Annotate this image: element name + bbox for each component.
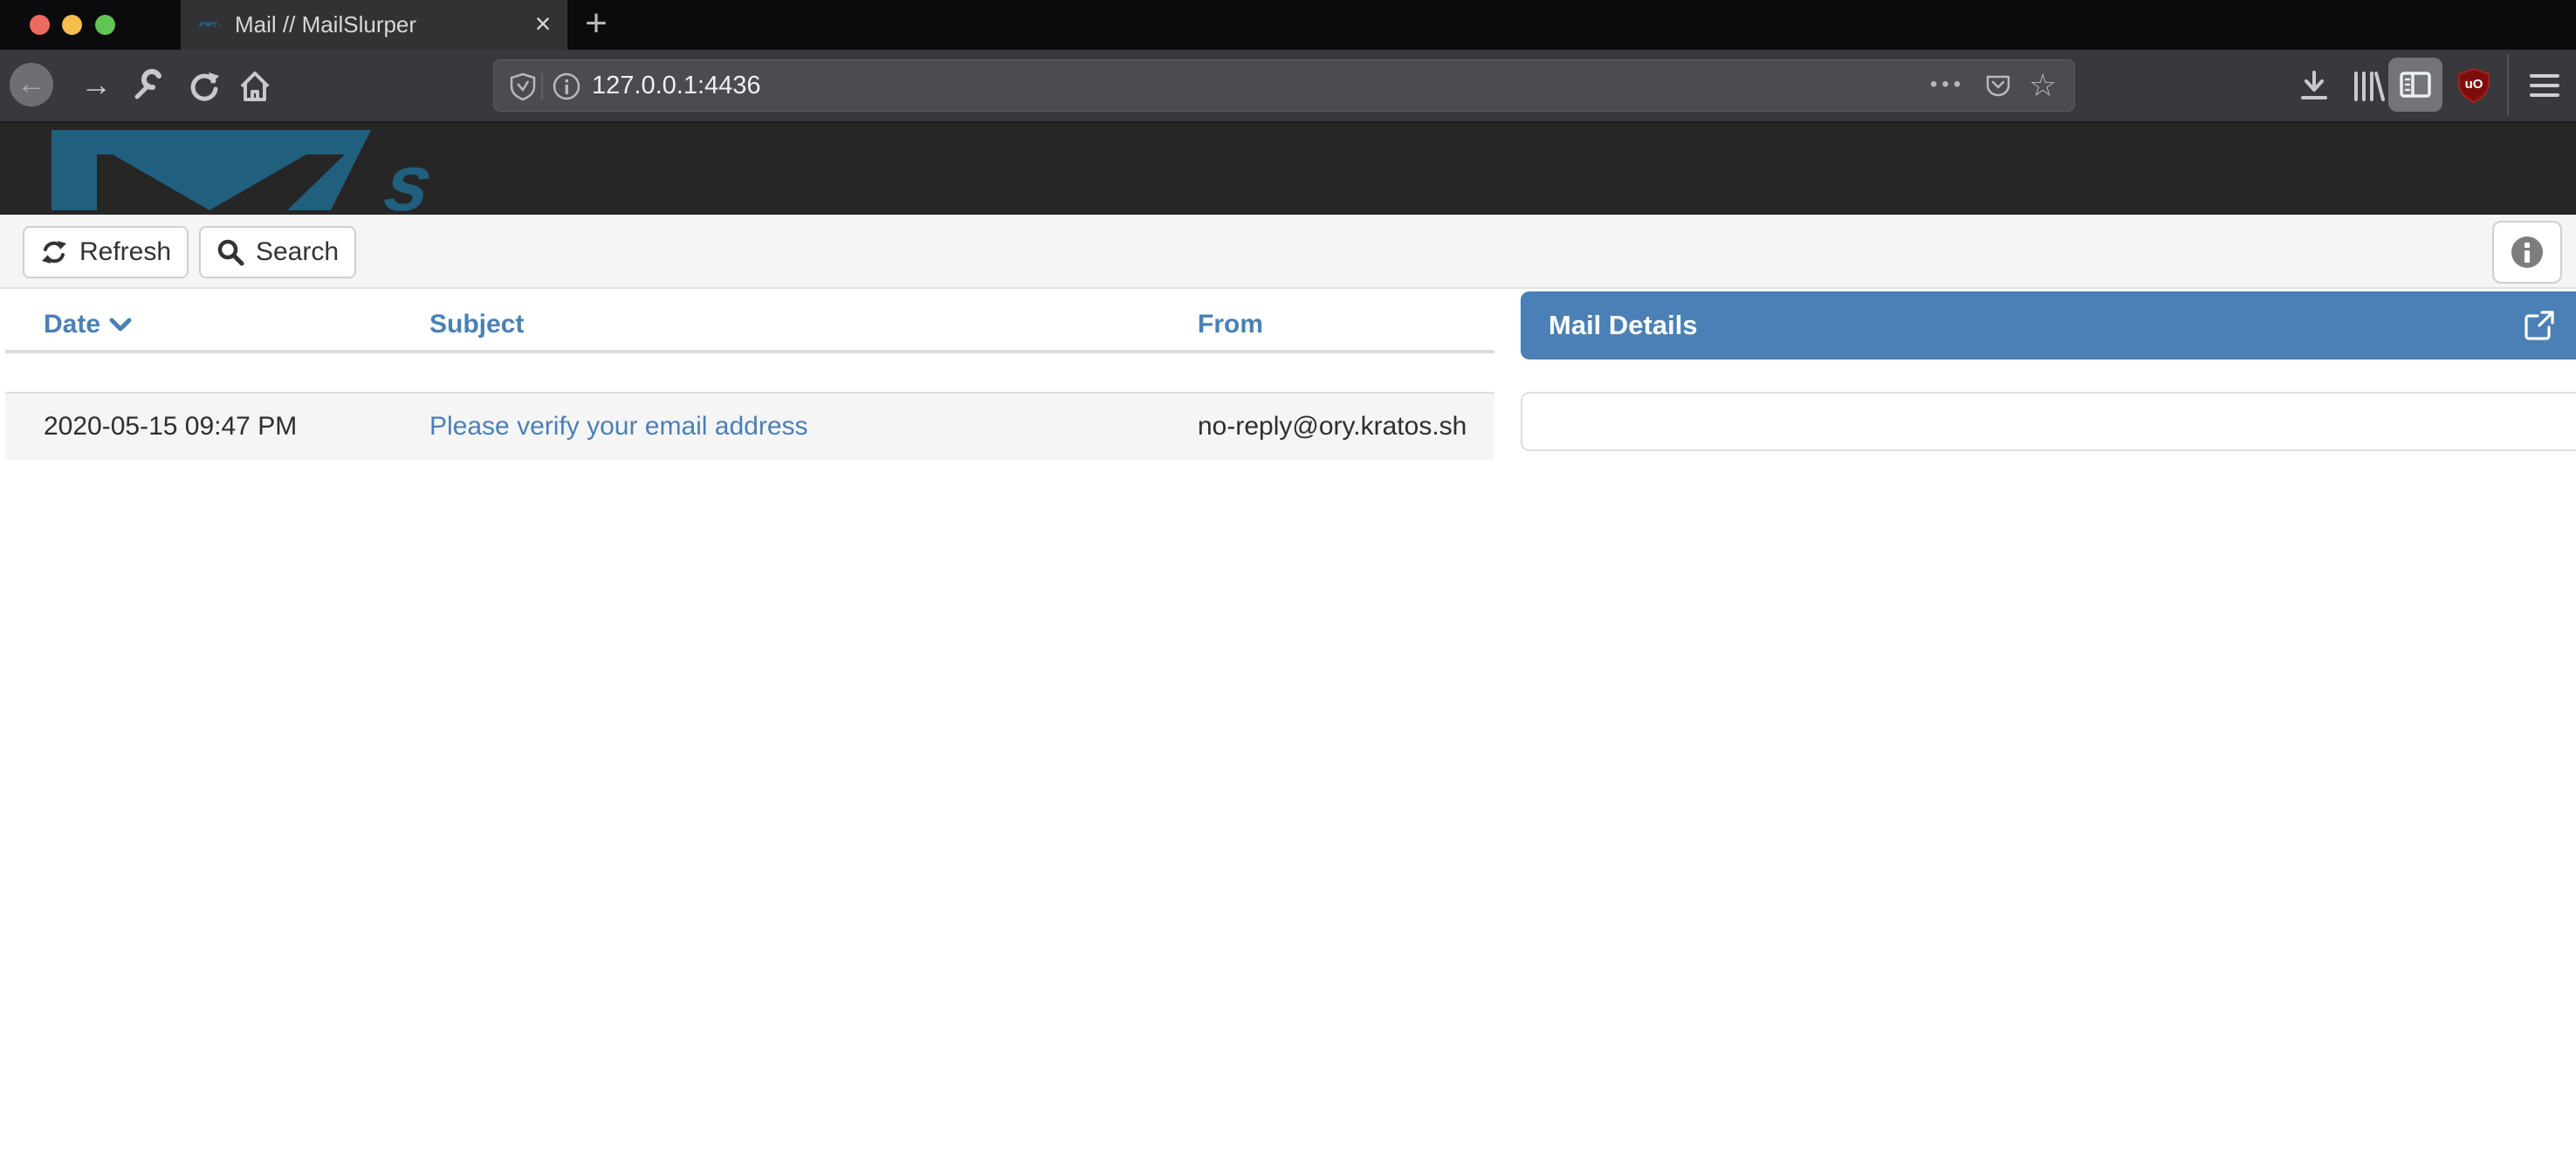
downloads-icon[interactable]	[2298, 69, 2331, 104]
ublock-origin-icon[interactable]: uO	[2456, 67, 2491, 104]
search-button-label: Search	[256, 237, 339, 267]
macos-zoom-button[interactable]	[95, 15, 115, 35]
forward-button[interactable]: →	[75, 63, 117, 106]
sidebar-toggle-button[interactable]	[2388, 58, 2442, 112]
open-in-new-window-icon[interactable]	[2521, 308, 2556, 343]
table-row-empty	[5, 353, 1494, 392]
reload-button[interactable]	[185, 69, 220, 104]
mail-subject-link[interactable]: Please verify your email address	[429, 394, 808, 460]
tab-title: Mail // MailSlurper	[235, 0, 416, 50]
mailslurper-header: s	[0, 123, 2576, 215]
library-icon[interactable]	[2350, 69, 2387, 104]
back-button[interactable]: ←	[10, 63, 53, 106]
refresh-icon	[40, 238, 68, 266]
tab-close-icon[interactable]: ×	[526, 0, 560, 48]
wrench-icon[interactable]	[129, 69, 164, 104]
mail-details-header: Mail Details	[1521, 291, 2576, 359]
menu-button[interactable]	[2530, 74, 2559, 103]
bookmark-star-icon[interactable]: ☆	[2029, 60, 2057, 111]
browser-tab[interactable]: s Mail // MailSlurper ×	[181, 0, 567, 50]
address-bar[interactable]: 127.0.0.1:4436 ••• ☆	[493, 59, 2075, 112]
info-button[interactable]	[2492, 221, 2562, 284]
mail-details-title: Mail Details	[1549, 291, 1698, 359]
mailslurper-logo: s	[24, 127, 496, 214]
table-row[interactable]: 2020-05-15 09:47 PM Please verify your e…	[5, 394, 1494, 460]
search-icon	[216, 238, 244, 266]
column-header-subject[interactable]: Subject	[429, 305, 524, 345]
macos-close-button[interactable]	[30, 15, 50, 35]
tracking-protection-shield-icon[interactable]	[508, 72, 538, 101]
column-header-from[interactable]: From	[1198, 305, 1263, 345]
toolbar-separator	[2507, 54, 2509, 115]
site-info-icon[interactable]	[552, 72, 581, 101]
tab-bar: s Mail // MailSlurper × +	[0, 0, 2576, 50]
macos-minimize-button[interactable]	[62, 15, 82, 35]
url-text[interactable]: 127.0.0.1:4436	[592, 60, 761, 111]
pocket-icon[interactable]	[1983, 72, 2013, 101]
svg-text:uO: uO	[2465, 77, 2483, 92]
sidebar-icon	[2398, 67, 2433, 102]
refresh-button[interactable]: Refresh	[23, 226, 189, 278]
sort-desc-chevron-icon	[109, 318, 132, 332]
mail-from-cell: no-reply@ory.kratos.sh	[1198, 394, 1467, 460]
svg-text:s: s	[379, 138, 439, 214]
search-button[interactable]: Search	[199, 226, 356, 278]
page-actions-icon[interactable]: •••	[1930, 60, 1965, 109]
urlbar-separator	[541, 73, 543, 99]
svg-text:s: s	[218, 24, 222, 29]
mail-date-cell: 2020-05-15 09:47 PM	[44, 394, 297, 460]
mailslurper-favicon: s	[198, 14, 224, 35]
browser-toolbar: ← → 127.0.0.1:4436 •••	[0, 50, 2576, 123]
refresh-button-label: Refresh	[79, 237, 171, 267]
home-button[interactable]	[237, 69, 272, 104]
mail-details-body	[1521, 392, 2576, 451]
new-tab-button[interactable]: +	[576, 0, 616, 46]
column-header-date[interactable]: Date	[44, 305, 132, 345]
back-arrow-icon: ←	[17, 67, 46, 100]
info-icon	[2510, 235, 2545, 270]
app-toolbar: Refresh Search	[0, 215, 2576, 289]
